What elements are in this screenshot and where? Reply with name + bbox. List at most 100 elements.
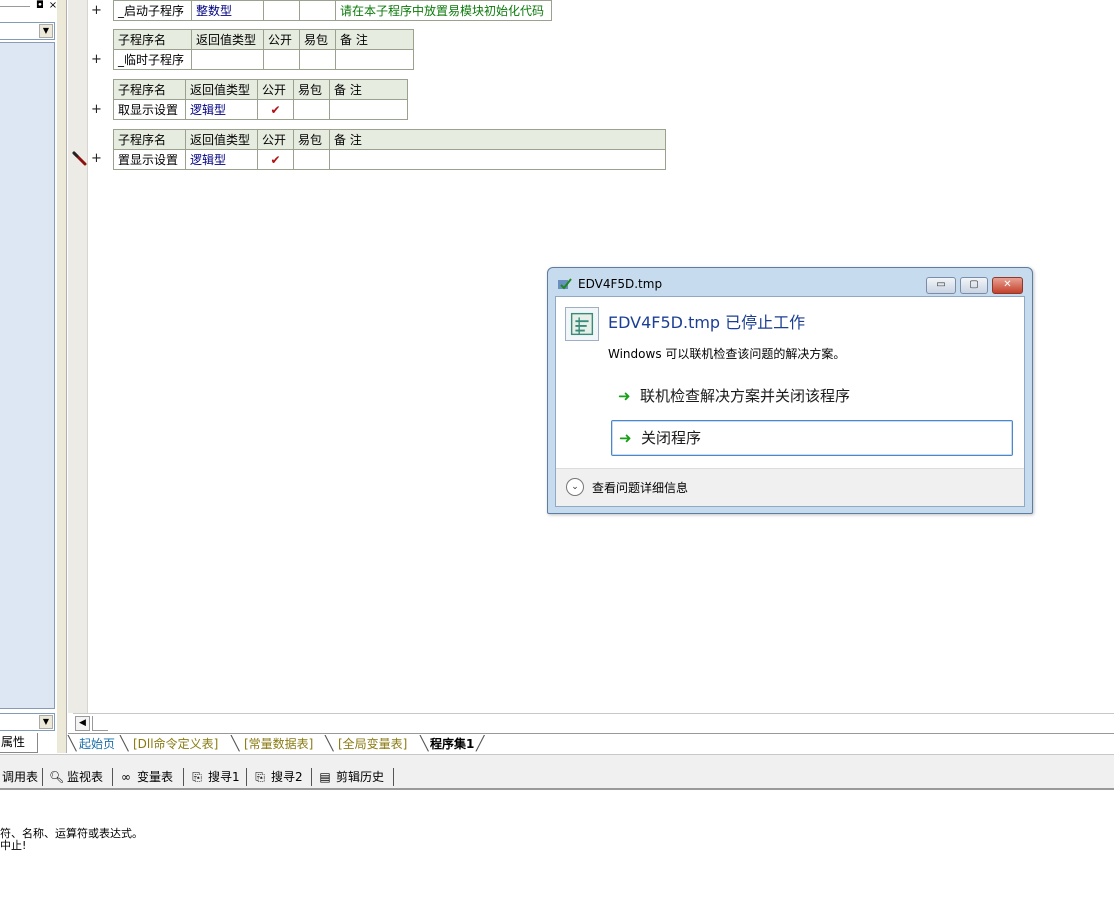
pin-icon[interactable]: ◘ — [34, 0, 46, 13]
check-online-button[interactable]: ➜ 联机检查解决方案并关闭该程序 — [611, 379, 1013, 415]
header-cell: 备 注 — [329, 79, 408, 100]
close-program-label: 关闭程序 — [641, 429, 702, 447]
header-cell: 返回值类型 — [191, 29, 264, 50]
table-row[interactable]: _启动子程序 整数型 请在本子程序中放置易模块初始化代码 — [113, 0, 552, 21]
toolbar-divider — [112, 768, 113, 786]
subroutine-name[interactable]: 置显示设置 — [113, 149, 186, 170]
header-cell: 公开 — [263, 29, 300, 50]
minimize-icon[interactable]: ▭ — [926, 277, 956, 294]
note-cell[interactable] — [329, 99, 408, 120]
note-cell[interactable]: 请在本子程序中放置易模块初始化代码 — [335, 0, 552, 21]
easy-pkg-flag[interactable] — [293, 149, 330, 170]
check-online-label: 联机检查解决方案并关闭该程序 — [640, 387, 851, 405]
tab-divider: ╱ — [476, 736, 485, 752]
header-cell: 子程序名 — [113, 129, 186, 150]
expand-icon[interactable]: + — [91, 152, 102, 165]
clipboard-icon: ▤ — [319, 770, 331, 784]
close-icon[interactable]: ✕ — [992, 277, 1023, 294]
easy-pkg-flag[interactable] — [299, 0, 336, 21]
splitter-line — [66, 0, 67, 753]
tab-constants[interactable]: [常量数据表] — [241, 734, 316, 754]
tab-call-table[interactable]: 调用表 — [2, 767, 38, 787]
public-flag[interactable] — [263, 49, 300, 70]
scroll-left-icon[interactable]: ◀ — [75, 716, 90, 731]
tab-clip-history[interactable]: ▤ 剪辑历史 — [318, 767, 384, 787]
green-arrow-icon: ➜ — [619, 429, 632, 447]
return-type[interactable] — [191, 49, 264, 70]
table-row[interactable]: _临时子程序 — [113, 49, 414, 70]
tab-properties[interactable]: 属性 — [0, 733, 38, 753]
tab-call-table-label: 调用表 — [2, 770, 39, 784]
tab-global-vars[interactable]: [全局变量表] — [335, 734, 410, 754]
maximize-icon[interactable]: ▢ — [960, 277, 988, 294]
easy-pkg-flag[interactable] — [293, 99, 330, 120]
tab-search2[interactable]: ⎘ 搜寻2 — [253, 767, 303, 787]
return-type[interactable]: 逻辑型 — [185, 99, 258, 120]
note-cell[interactable] — [335, 49, 414, 70]
toolbar-divider — [42, 768, 43, 786]
output-line: 符、名称、运算符或表达式。 — [0, 827, 143, 840]
editor-gutter — [68, 0, 88, 713]
dialog-description: Windows 可以联机检查该问题的解决方案。 — [608, 347, 846, 361]
tab-watch-table[interactable]: 🔍︎ 监视表 — [49, 767, 103, 787]
horizontal-scrollbar[interactable]: ◀ — [73, 713, 1114, 732]
panel-title-line — [0, 6, 30, 7]
chevron-down-icon[interactable]: ▼ — [39, 715, 53, 729]
chevron-down-icon[interactable]: ⌄ — [566, 478, 584, 496]
header-cell: 子程序名 — [113, 79, 186, 100]
ide-window: ◘ × ▼ ▼ 属性 + + + + _启动子程序 整数型 请在本子程序中放置易… — [0, 0, 1114, 915]
tab-search1[interactable]: ⎘ 搜寻1 — [190, 767, 239, 787]
table-header-row: 子程序名 返回值类型 公开 易包 备 注 — [113, 129, 666, 150]
tab-variable-table-label: 变量表 — [137, 770, 174, 784]
table-row[interactable]: 置显示设置 逻辑型 ✔ — [113, 149, 666, 170]
tab-search2-label: 搜寻2 — [271, 770, 303, 784]
tab-program-set[interactable]: 程序集1 — [427, 734, 477, 754]
subroutine-table: _启动子程序 整数型 请在本子程序中放置易模块初始化代码 — [113, 0, 552, 21]
tab-watch-table-label: 监视表 — [67, 770, 104, 784]
search-doc-icon: ⎘ — [192, 770, 202, 784]
subroutine-name[interactable]: _临时子程序 — [113, 49, 192, 70]
scroll-thumb[interactable] — [92, 716, 108, 731]
public-flag[interactable] — [263, 0, 300, 21]
property-object-combo[interactable]: ▼ — [0, 22, 55, 40]
close-program-button[interactable]: ➜ 关闭程序 — [611, 420, 1013, 456]
expand-icon[interactable]: + — [91, 4, 102, 17]
return-type[interactable]: 逻辑型 — [185, 149, 258, 170]
chevron-down-icon[interactable]: ▼ — [39, 24, 53, 38]
pen-icon — [72, 151, 87, 166]
expand-icon[interactable]: + — [91, 103, 102, 116]
public-flag[interactable]: ✔ — [257, 99, 294, 120]
header-cell: 公开 — [257, 129, 294, 150]
table-header-row: 子程序名 返回值类型 公开 易包 备 注 — [113, 79, 408, 100]
program-icon — [565, 307, 599, 341]
subroutine-name[interactable]: 取显示设置 — [113, 99, 186, 120]
tab-clip-history-label: 剪辑历史 — [336, 770, 385, 784]
subroutine-table: 子程序名 返回值类型 公开 易包 备 注 _临时子程序 — [113, 29, 414, 70]
glasses-icon: ∞ — [121, 770, 131, 784]
header-cell: 易包 — [293, 79, 330, 100]
tab-divider: ╲ — [325, 736, 334, 752]
property-list[interactable] — [0, 42, 55, 709]
return-type[interactable]: 整数型 — [191, 0, 264, 21]
tab-dll-commands[interactable]: [Dll命令定义表] — [130, 734, 221, 754]
table-row[interactable]: 取显示设置 逻辑型 ✔ — [113, 99, 408, 120]
property-event-combo[interactable]: ▼ — [0, 713, 55, 731]
note-cell[interactable] — [329, 149, 666, 170]
toolbar-divider — [183, 768, 184, 786]
easy-pkg-flag[interactable] — [299, 49, 336, 70]
view-details-link[interactable]: 查看问题详细信息 — [592, 479, 688, 496]
tab-variable-table[interactable]: ∞ 变量表 — [119, 767, 173, 787]
subroutine-name[interactable]: _启动子程序 — [113, 0, 192, 21]
public-flag[interactable]: ✔ — [257, 149, 294, 170]
editor-tab-bar: ╲ 起始页 ╲ [Dll命令定义表] ╲ [常量数据表] ╲ [全局变量表] ╲… — [68, 733, 1114, 754]
tab-start-page[interactable]: 起始页 — [76, 734, 118, 754]
output-line: 中止! — [0, 839, 27, 852]
header-cell: 公开 — [257, 79, 294, 100]
header-cell: 备 注 — [335, 29, 414, 50]
expand-icon[interactable]: + — [91, 53, 102, 66]
table-header-row: 子程序名 返回值类型 公开 易包 备 注 — [113, 29, 414, 50]
toolbar-divider — [311, 768, 312, 786]
output-toolbar: 调用表 🔍︎ 监视表 ∞ 变量表 ⎘ 搜寻1 ⎘ 搜寻2 ▤ 剪辑历史 — [0, 764, 1114, 790]
output-panel[interactable]: 符、名称、运算符或表达式。 中止! — [0, 792, 1114, 915]
toolbar-divider — [393, 768, 394, 786]
